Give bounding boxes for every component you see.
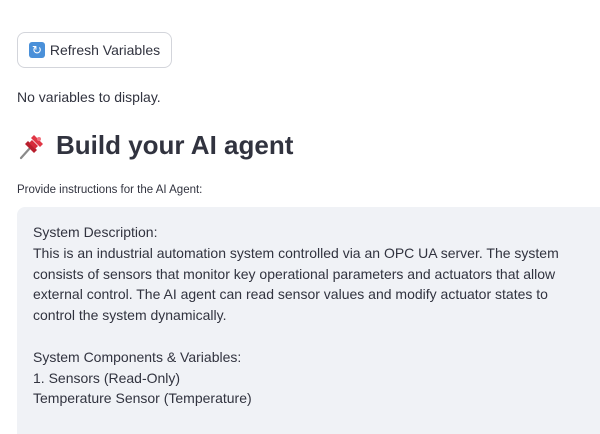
- instructions-line: This is an industrial automation system …: [33, 244, 563, 324]
- refresh-variables-label: Refresh Variables: [49, 42, 161, 58]
- pushpin-icon: [17, 131, 47, 161]
- agent-builder-page: ↻ Refresh Variables No variables to disp…: [0, 0, 600, 434]
- refresh-icon: ↻: [28, 42, 45, 58]
- section-heading: Build your AI agent: [17, 130, 293, 161]
- variables-empty-message: No variables to display.: [17, 89, 161, 105]
- instructions-line: Temperature Sensor (Temperature): [33, 390, 252, 407]
- instructions-textarea[interactable]: System Description: This is an industria…: [17, 207, 600, 434]
- instructions-line: 1. Sensors (Read-Only): [33, 369, 181, 386]
- instructions-line: System Components & Variables:: [33, 348, 242, 365]
- instructions-line: System Description:: [33, 224, 158, 240]
- section-title: Build your AI agent: [56, 130, 294, 160]
- refresh-variables-button[interactable]: ↻ Refresh Variables: [17, 32, 172, 68]
- instructions-label: Provide instructions for the AI Agent:: [17, 184, 203, 196]
